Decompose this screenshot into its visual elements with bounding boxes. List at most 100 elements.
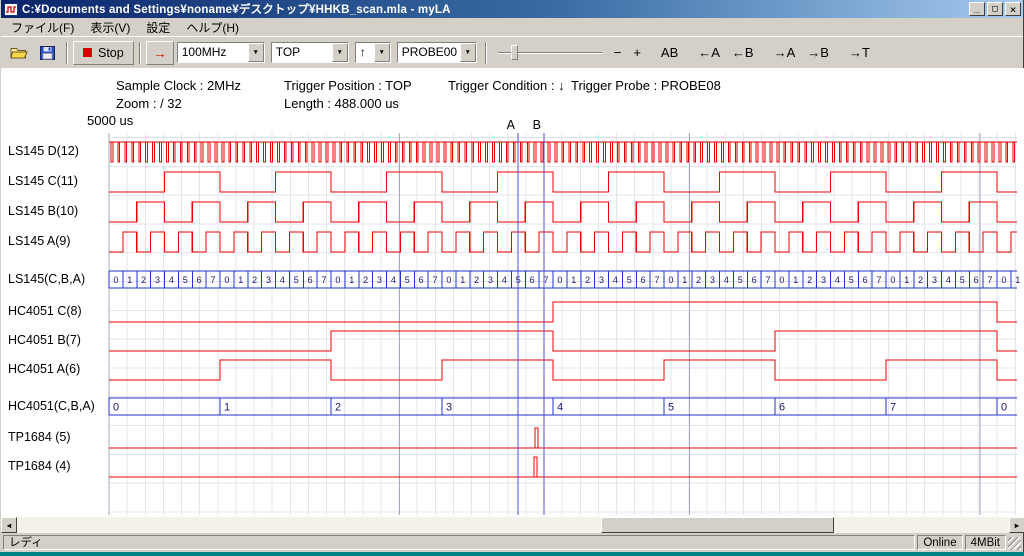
goto-trigger-button[interactable]: →T: [844, 42, 875, 63]
svg-text:4: 4: [613, 275, 618, 285]
svg-text:0: 0: [224, 275, 229, 285]
open-file-button[interactable]: [6, 41, 32, 65]
svg-text:1: 1: [224, 402, 230, 414]
chevron-down-icon[interactable]: ▼: [248, 43, 264, 62]
svg-text:1: 1: [904, 275, 909, 285]
svg-text:4: 4: [557, 402, 563, 414]
slider-thumb[interactable]: [511, 45, 518, 60]
svg-text:0: 0: [779, 275, 784, 285]
svg-text:6: 6: [974, 275, 979, 285]
status-online: Online: [917, 535, 962, 550]
stop-icon: [83, 48, 92, 57]
menu-bar: ファイル(F) 表示(V) 設定 ヘルプ(H): [1, 18, 1023, 36]
svg-text:0: 0: [446, 275, 451, 285]
svg-text:1: 1: [571, 275, 576, 285]
svg-text:2: 2: [474, 275, 479, 285]
svg-text:3: 3: [710, 275, 715, 285]
svg-text:3: 3: [155, 275, 160, 285]
goto-cursor-b-button[interactable]: ←B: [727, 42, 759, 63]
menu-file[interactable]: ファイル(F): [3, 18, 82, 37]
svg-text:1: 1: [238, 275, 243, 285]
waveform-canvas[interactable]: 0123456701234567012345670123456701234567…: [1, 68, 1024, 517]
svg-text:3: 3: [377, 275, 382, 285]
menu-settings[interactable]: 設定: [138, 18, 178, 37]
svg-text:3: 3: [446, 402, 452, 414]
svg-text:5: 5: [668, 402, 674, 414]
toolbar-separator: [66, 42, 68, 64]
svg-text:6: 6: [308, 275, 313, 285]
svg-text:7: 7: [211, 275, 216, 285]
zoom-in-button[interactable]: +: [628, 42, 646, 63]
trigger-edge-value: ↑: [356, 43, 374, 62]
zoom-out-button[interactable]: −: [609, 42, 627, 63]
resize-grip[interactable]: [1008, 537, 1021, 550]
trigger-position-select[interactable]: TOP ▼: [271, 42, 349, 63]
set-cursor-a-button[interactable]: →A: [769, 42, 801, 63]
scroll-left-button[interactable]: ◄: [1, 517, 17, 533]
trigger-probe-select[interactable]: PROBE00 ▼: [397, 42, 477, 63]
svg-text:1: 1: [1015, 275, 1020, 285]
status-memory: 4MBit: [965, 535, 1006, 550]
svg-text:4: 4: [280, 275, 285, 285]
menu-view[interactable]: 表示(V): [82, 18, 138, 37]
chevron-down-icon[interactable]: ▼: [332, 43, 348, 62]
chevron-down-icon[interactable]: ▼: [460, 43, 476, 62]
sample-clock-select[interactable]: 100MHz ▼: [177, 42, 265, 63]
app-window: C:¥Documents and Settings¥noname¥デスクトップ¥…: [0, 0, 1024, 552]
svg-text:7: 7: [322, 275, 327, 285]
svg-text:6: 6: [779, 402, 785, 414]
toolbar: Stop → 100MHz ▼ TOP ▼ ↑ ▼ PROBE00 ▼ − + …: [1, 36, 1023, 68]
goto-cursor-a-button[interactable]: ←A: [693, 42, 725, 63]
svg-text:4: 4: [724, 275, 729, 285]
svg-text:4: 4: [502, 275, 507, 285]
svg-text:2: 2: [918, 275, 923, 285]
svg-text:0: 0: [668, 275, 673, 285]
svg-text:6: 6: [197, 275, 202, 285]
close-button[interactable]: ×: [1005, 2, 1021, 16]
svg-text:3: 3: [266, 275, 271, 285]
svg-text:7: 7: [877, 275, 882, 285]
sample-clock-value: 100MHz: [178, 43, 248, 62]
trigger-probe-value: PROBE00: [398, 43, 460, 62]
svg-text:2: 2: [141, 275, 146, 285]
trigger-edge-select[interactable]: ↑ ▼: [355, 42, 391, 63]
chevron-glyph: ▼: [465, 49, 471, 56]
svg-text:6: 6: [419, 275, 424, 285]
svg-text:5: 5: [849, 275, 854, 285]
save-button[interactable]: [34, 41, 60, 65]
svg-text:A: A: [507, 118, 516, 132]
run-arrow-icon: →: [153, 46, 167, 60]
maximize-button[interactable]: □: [987, 2, 1003, 16]
chevron-down-icon[interactable]: ▼: [374, 43, 390, 62]
minimize-button[interactable]: _: [969, 2, 985, 16]
stop-button[interactable]: Stop: [73, 41, 134, 65]
svg-text:3: 3: [932, 275, 937, 285]
svg-text:1: 1: [349, 275, 354, 285]
svg-text:0: 0: [1001, 402, 1007, 414]
window-title: C:¥Documents and Settings¥noname¥デスクトップ¥…: [19, 1, 967, 17]
chevron-glyph: ▼: [253, 49, 259, 56]
svg-text:7: 7: [655, 275, 660, 285]
svg-text:4: 4: [391, 275, 396, 285]
zoom-slider[interactable]: [498, 42, 602, 64]
svg-text:0: 0: [335, 275, 340, 285]
scroll-right-button[interactable]: ►: [1009, 517, 1024, 533]
svg-text:1: 1: [127, 275, 132, 285]
svg-text:6: 6: [641, 275, 646, 285]
status-bar: レディ Online 4MBit: [1, 533, 1023, 551]
save-icon: [40, 46, 55, 60]
svg-text:0: 0: [557, 275, 562, 285]
svg-text:3: 3: [821, 275, 826, 285]
svg-text:0: 0: [890, 275, 895, 285]
ab-cursors-button[interactable]: AB: [656, 42, 683, 63]
svg-text:0: 0: [113, 402, 119, 414]
svg-text:5: 5: [960, 275, 965, 285]
menu-help[interactable]: ヘルプ(H): [178, 18, 247, 37]
scroll-left-icon: ◄: [5, 521, 12, 530]
set-cursor-b-button[interactable]: →B: [802, 42, 834, 63]
scrollbar-thumb[interactable]: [601, 517, 834, 533]
scrollbar-track[interactable]: [17, 517, 1009, 533]
svg-text:4: 4: [169, 275, 174, 285]
run-button[interactable]: →: [146, 41, 174, 65]
horizontal-scrollbar[interactable]: ◄ ►: [1, 517, 1024, 533]
